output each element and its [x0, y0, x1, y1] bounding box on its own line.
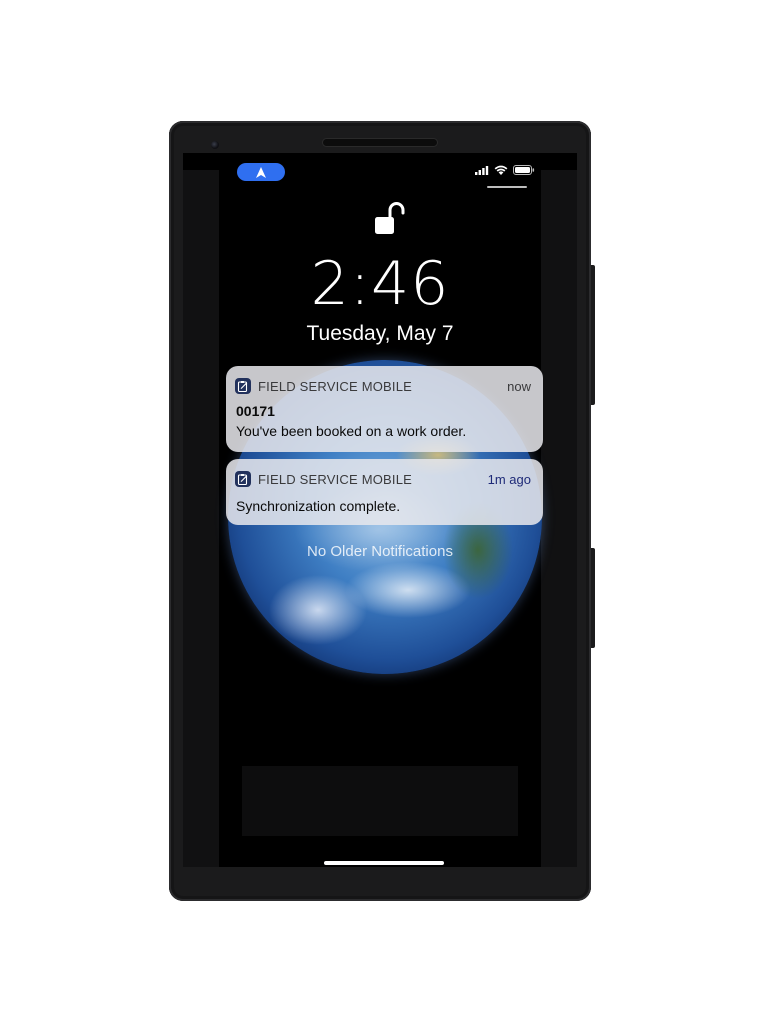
- unlocked-padlock-icon: [373, 202, 407, 243]
- notification-time: now: [507, 378, 531, 394]
- status-icons: [475, 165, 535, 175]
- notification-time: 1m ago: [487, 471, 531, 487]
- notification-body: Synchronization complete.: [236, 498, 401, 514]
- notification-header: FIELD SERVICE MOBILE 1m ago: [235, 470, 531, 488]
- location-status-pill[interactable]: [237, 163, 285, 181]
- page: 2:46 Tuesday, May 7 FIELD SERVICE MOBILE…: [0, 0, 760, 1013]
- dock-area: [242, 766, 518, 836]
- front-camera: [211, 141, 219, 149]
- no-older-notifications: No Older Notifications: [307, 543, 453, 560]
- cellular-signal-icon: [475, 165, 489, 175]
- volume-up-button: [591, 265, 595, 405]
- notification-card[interactable]: FIELD SERVICE MOBILE now 00171 You've be…: [226, 366, 543, 452]
- lock-screen-time: 2:46: [310, 249, 450, 319]
- clipboard-icon: [235, 471, 251, 487]
- lock-screen: 2:46 Tuesday, May 7 FIELD SERVICE MOBILE…: [183, 153, 577, 867]
- notification-title: 00171: [236, 403, 275, 419]
- screen-edge-right: [541, 170, 577, 867]
- wifi-icon: [494, 165, 508, 175]
- notification-card[interactable]: FIELD SERVICE MOBILE 1m ago Synchronizat…: [226, 459, 543, 525]
- control-center-indicator[interactable]: [487, 186, 527, 188]
- power-button: [591, 548, 595, 648]
- earpiece-speaker: [323, 139, 437, 146]
- clipboard-icon: [235, 378, 251, 394]
- notification-app-name: FIELD SERVICE MOBILE: [258, 471, 413, 487]
- notification-header: FIELD SERVICE MOBILE now: [235, 377, 531, 395]
- lock-screen-date: Tuesday, May 7: [306, 322, 454, 345]
- navigation-arrow-icon: [256, 166, 266, 178]
- home-indicator[interactable]: [324, 861, 444, 865]
- notification-body: You've been booked on a work order.: [236, 423, 467, 439]
- screen-edge-left: [183, 170, 219, 867]
- battery-icon: [513, 165, 535, 175]
- notification-app-name: FIELD SERVICE MOBILE: [258, 378, 413, 394]
